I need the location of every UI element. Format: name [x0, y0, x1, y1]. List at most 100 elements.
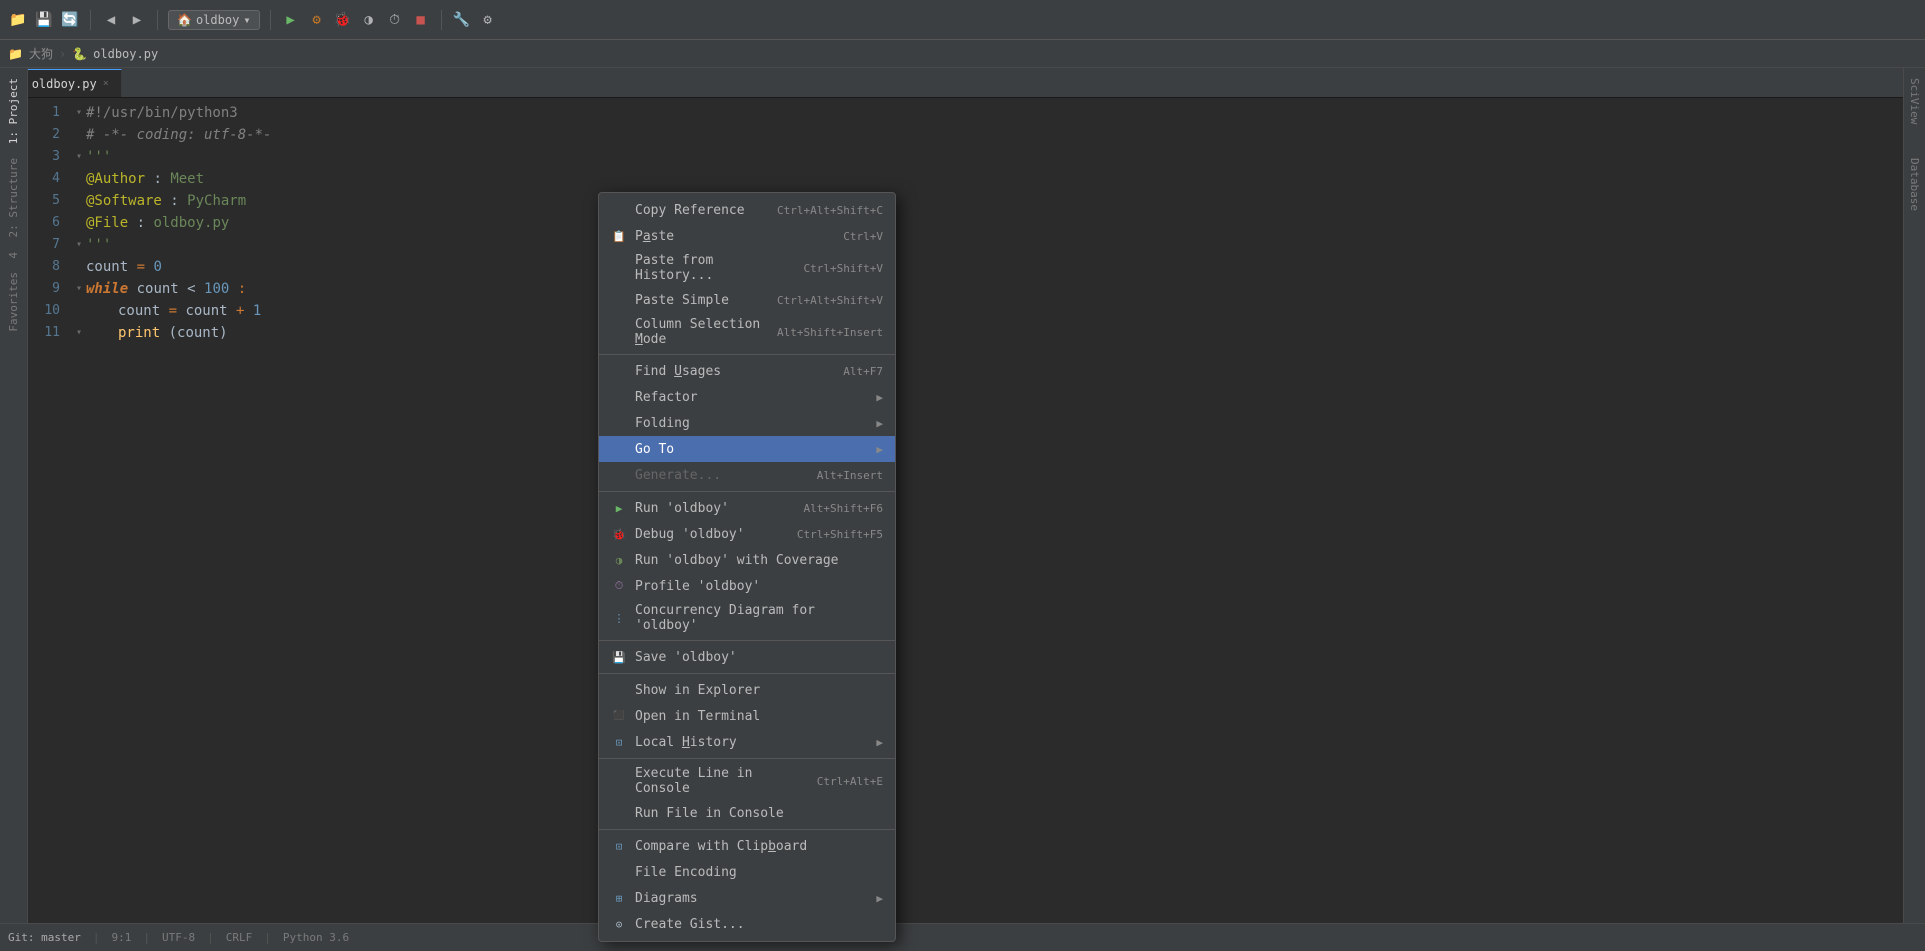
- tools-icon[interactable]: 🔧: [452, 10, 472, 30]
- menu-item-file-encoding[interactable]: File Encoding: [599, 859, 895, 885]
- breadcrumb-folder[interactable]: 大狗: [29, 45, 53, 62]
- menu-label-run-oldboy: Run 'oldboy': [635, 501, 796, 516]
- menu-item-save-oldboy[interactable]: 💾 Save 'oldboy': [599, 644, 895, 670]
- line-num-2: 2: [36, 124, 72, 146]
- open-folder-icon[interactable]: 📁: [8, 10, 28, 30]
- menu-item-show-explorer[interactable]: Show in Explorer: [599, 677, 895, 703]
- menu-item-diagrams[interactable]: ⊞ Diagrams ▶: [599, 885, 895, 911]
- build-icon[interactable]: ⚙: [307, 10, 327, 30]
- menu-label-column-mode: Column Selection Mode: [635, 317, 769, 347]
- menu-item-profile-oldboy[interactable]: ⏱ Profile 'oldboy': [599, 573, 895, 599]
- code-text-1: #!/usr/bin/python3: [86, 102, 1895, 124]
- paste-history-icon: [611, 260, 627, 276]
- status-line-col[interactable]: 9:1: [111, 931, 131, 944]
- file-encoding-icon: [611, 864, 627, 880]
- menu-item-exec-line[interactable]: Execute Line in Console Ctrl+Alt+E: [599, 762, 895, 800]
- code-text-4: @Author : Meet: [86, 168, 1895, 190]
- fold-icon-3[interactable]: ▾: [72, 146, 86, 168]
- menu-item-refactor[interactable]: Refactor ▶: [599, 384, 895, 410]
- menu-item-run-file-console[interactable]: Run File in Console: [599, 800, 895, 826]
- local-history-submenu-arrow: ▶: [876, 736, 883, 749]
- status-sep4: |: [264, 931, 271, 944]
- stop-icon[interactable]: ■: [411, 10, 431, 30]
- status-encoding[interactable]: UTF-8: [162, 931, 195, 944]
- debug-icon[interactable]: 🐞: [333, 10, 353, 30]
- code-line-6: 6 @File : oldboy.py: [28, 212, 1903, 234]
- project-dropdown[interactable]: 🏠 oldboy ▾: [168, 10, 260, 30]
- fold-icon-1[interactable]: ▾: [72, 102, 86, 124]
- tab-bar: 🐍 oldboy.py ×: [0, 68, 1925, 98]
- menu-item-compare-clipboard[interactable]: ⊡ Compare with Clipboard: [599, 833, 895, 859]
- menu-item-debug-oldboy[interactable]: 🐞 Debug 'oldboy' Ctrl+Shift+F5: [599, 521, 895, 547]
- refactor-icon: [611, 389, 627, 405]
- context-menu: Copy Reference Ctrl+Alt+Shift+C 📋 Paste …: [598, 192, 896, 942]
- coverage-icon[interactable]: ◑: [359, 10, 379, 30]
- menu-label-create-gist: Create Gist...: [635, 917, 883, 932]
- breadcrumb-sep: ›: [59, 47, 66, 61]
- fold-icon-11[interactable]: ▾: [72, 322, 86, 344]
- sidebar-item-4[interactable]: 4: [3, 246, 24, 265]
- code-line-9: 9 ▾ while count < 100 :: [28, 278, 1903, 300]
- status-sep1: |: [93, 931, 100, 944]
- paste-icon: 📋: [611, 228, 627, 244]
- menu-label-compare-clipboard: Compare with Clipboard: [635, 839, 883, 854]
- breadcrumb-folder-icon: 📁: [8, 47, 23, 61]
- menu-item-run-oldboy[interactable]: ▶ Run 'oldboy' Alt+Shift+F6: [599, 495, 895, 521]
- project-icon: 🏠: [177, 13, 192, 27]
- code-text-6: @File : oldboy.py: [86, 212, 1895, 234]
- menu-item-paste-simple[interactable]: Paste Simple Ctrl+Alt+Shift+V: [599, 287, 895, 313]
- fold-icon-9[interactable]: ▾: [72, 278, 86, 300]
- status-crlf[interactable]: CRLF: [226, 931, 253, 944]
- generate-icon: [611, 467, 627, 483]
- save-icon[interactable]: 💾: [34, 10, 54, 30]
- sidebar-item-project[interactable]: 1: Project: [3, 72, 24, 150]
- fold-icon-7[interactable]: ▾: [72, 234, 86, 256]
- menu-item-paste-history[interactable]: Paste from History... Ctrl+Shift+V: [599, 249, 895, 287]
- breadcrumb-file[interactable]: oldboy.py: [93, 47, 158, 61]
- line-num-6: 6: [36, 212, 72, 234]
- menu-label-exec-line: Execute Line in Console: [635, 766, 809, 796]
- tab-close-button[interactable]: ×: [103, 78, 109, 89]
- concurrency-icon: ⋮: [611, 610, 627, 626]
- line-num-1: 1: [36, 102, 72, 124]
- code-text-7: ''': [86, 234, 1895, 256]
- debug-oldboy-icon: 🐞: [611, 526, 627, 542]
- menu-item-run-coverage[interactable]: ◑ Run 'oldboy' with Coverage: [599, 547, 895, 573]
- run-icon[interactable]: ▶: [281, 10, 301, 30]
- menu-item-copy-reference[interactable]: Copy Reference Ctrl+Alt+Shift+C: [599, 197, 895, 223]
- menu-item-local-history[interactable]: ⊡ Local History ▶: [599, 729, 895, 755]
- profile-icon[interactable]: ⏱: [385, 10, 405, 30]
- menu-item-folding[interactable]: Folding ▶: [599, 410, 895, 436]
- code-line-1: 1 ▾ #!/usr/bin/python3: [28, 102, 1903, 124]
- menu-item-create-gist[interactable]: ⊙ Create Gist...: [599, 911, 895, 937]
- sidebar-item-favorites[interactable]: Favorites: [3, 266, 24, 338]
- sidebar-item-sciview[interactable]: SciView: [1904, 72, 1925, 130]
- menu-item-find-usages[interactable]: Find Usages Alt+F7: [599, 358, 895, 384]
- menu-item-paste[interactable]: 📋 Paste Ctrl+V: [599, 223, 895, 249]
- status-python[interactable]: Python 3.6: [283, 931, 349, 944]
- menu-label-concurrency: Concurrency Diagram for 'oldboy': [635, 603, 883, 633]
- status-git[interactable]: Git: master: [8, 931, 81, 944]
- toolbar-sep-1: [90, 10, 91, 30]
- status-sep2: |: [143, 931, 150, 944]
- settings-icon[interactable]: ⚙: [478, 10, 498, 30]
- menu-label-diagrams: Diagrams: [635, 891, 868, 906]
- sidebar-item-database[interactable]: Database: [1904, 152, 1925, 217]
- menu-item-column-mode[interactable]: Column Selection Mode Alt+Shift+Insert: [599, 313, 895, 351]
- menu-item-open-terminal[interactable]: ⬛ Open in Terminal: [599, 703, 895, 729]
- breadcrumb-file-icon: 🐍: [72, 47, 87, 61]
- forward-icon[interactable]: ▶: [127, 10, 147, 30]
- menu-label-show-explorer: Show in Explorer: [635, 683, 883, 698]
- sync-icon[interactable]: 🔄: [60, 10, 80, 30]
- menu-label-folding: Folding: [635, 416, 868, 431]
- line-num-9: 9: [36, 278, 72, 300]
- menu-item-go-to[interactable]: Go To ▶: [599, 436, 895, 462]
- menu-label-save-oldboy: Save 'oldboy': [635, 650, 883, 665]
- menu-item-concurrency[interactable]: ⋮ Concurrency Diagram for 'oldboy': [599, 599, 895, 637]
- back-icon[interactable]: ◀: [101, 10, 121, 30]
- menu-label-paste-simple: Paste Simple: [635, 293, 769, 308]
- folding-icon: [611, 415, 627, 431]
- run-oldboy-icon: ▶: [611, 500, 627, 516]
- menu-item-generate: Generate... Alt+Insert: [599, 462, 895, 488]
- sidebar-item-structure[interactable]: 2: Structure: [3, 152, 24, 243]
